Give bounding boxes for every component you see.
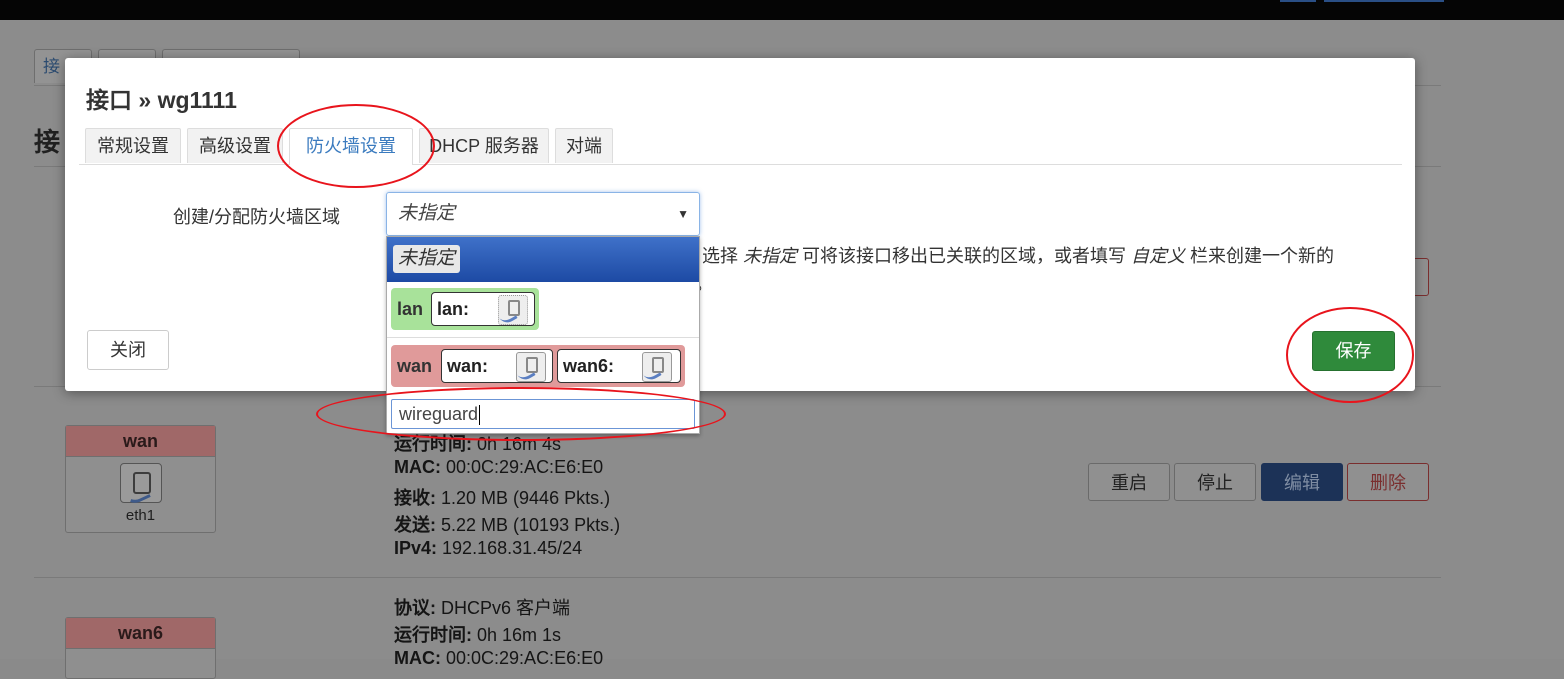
interface-card-wan: wan eth1 bbox=[65, 425, 216, 533]
select-value: 未指定 bbox=[398, 203, 456, 224]
info-value: 192.168.31.45/24 bbox=[437, 538, 583, 558]
top-navbar bbox=[0, 0, 1564, 20]
option-unspecified[interactable]: 未指定 bbox=[387, 237, 699, 282]
annotation-circle-firewall-tab bbox=[277, 104, 435, 188]
firewall-zone-label: 创建/分配防火墙区域 bbox=[173, 207, 341, 227]
navbar-button-fragment[interactable] bbox=[1324, 0, 1444, 2]
stop-button[interactable]: 停止 bbox=[1174, 463, 1256, 501]
description-text: 栏来创建一个新的 bbox=[1185, 246, 1335, 266]
network-name: lan: bbox=[437, 299, 470, 319]
interface-card-wan6: wan6 bbox=[65, 617, 216, 679]
interface-edit-modal: 接口 » wg1111 常规设置 高级设置 防火墙设置 DHCP 服务器 对端 … bbox=[65, 58, 1415, 391]
info-value: 00:0C:29:AC:E6:E0 bbox=[441, 457, 604, 477]
modal-title: 接口 » wg1111 bbox=[86, 87, 237, 113]
network-name: wan: bbox=[447, 356, 489, 376]
divider bbox=[34, 577, 1441, 578]
navbar-button-fragment[interactable] bbox=[1280, 0, 1316, 2]
info-line: 运行时间: 0h 16m 1s bbox=[394, 621, 561, 647]
ethernet-port-icon bbox=[640, 352, 672, 383]
info-value: 1.20 MB (9446 Pkts.) bbox=[436, 488, 611, 508]
zone-label: wan6 bbox=[66, 618, 215, 649]
device-name: eth1 bbox=[125, 507, 156, 524]
ethernet-port-icon bbox=[514, 352, 546, 383]
zone-badge-lan: lan lan: bbox=[391, 288, 539, 330]
zone-name: wan bbox=[397, 356, 433, 376]
ethernet-port-icon bbox=[119, 463, 162, 508]
network-chip-wan: wan: bbox=[441, 349, 553, 383]
network-chip-lan: lan: bbox=[431, 292, 535, 326]
info-value: DHCPv6 客户端 bbox=[436, 598, 571, 618]
info-label: 协议: bbox=[394, 598, 436, 618]
description-text: 选择 bbox=[702, 246, 744, 266]
network-chip-wan6: wan6: bbox=[557, 349, 681, 383]
info-line: MAC: 00:0C:29:AC:E6:E0 bbox=[394, 457, 603, 478]
zone-label: wan bbox=[66, 426, 215, 457]
info-line: 发送: 5.22 MB (10193 Pkts.) bbox=[394, 511, 620, 537]
info-label: IPv4: bbox=[394, 538, 438, 558]
device-info: eth1 bbox=[66, 457, 215, 532]
annotation-circle-custom-input bbox=[316, 387, 726, 441]
info-label: MAC: bbox=[394, 457, 441, 477]
description-text: 可将该接口移出已关联的区域，或者填写 bbox=[797, 246, 1132, 266]
edit-button[interactable]: 编辑 bbox=[1261, 463, 1343, 501]
info-line: 协议: DHCPv6 客户端 bbox=[394, 594, 570, 620]
annotation-circle-save-button bbox=[1286, 307, 1414, 403]
tab-general[interactable]: 常规设置 bbox=[85, 128, 181, 163]
network-name: wan6: bbox=[563, 356, 615, 376]
dropdown-arrow-icon: ▼ bbox=[677, 207, 689, 221]
option-zone-lan[interactable]: lan lan: bbox=[387, 282, 699, 338]
zone-name: lan bbox=[397, 299, 424, 319]
option-label: 未指定 bbox=[393, 245, 461, 273]
tab-dhcp-server[interactable]: DHCP 服务器 bbox=[419, 128, 549, 163]
info-line: IPv4: 192.168.31.45/24 bbox=[394, 538, 582, 559]
tab-advanced[interactable]: 高级设置 bbox=[187, 128, 283, 163]
info-value: 5.22 MB (10193 Pkts.) bbox=[436, 515, 621, 535]
info-value: 0h 16m 1s bbox=[472, 625, 562, 645]
delete-button[interactable]: 删除 bbox=[1347, 463, 1429, 501]
description-emphasis: 未指定 bbox=[743, 246, 798, 266]
wireless-port-icon bbox=[496, 295, 528, 326]
zone-badge-wan: wan wan: wan6: bbox=[391, 345, 685, 387]
firewall-zone-select[interactable]: 未指定 ▼ bbox=[386, 192, 700, 236]
info-line: 接收: 1.20 MB (9446 Pkts.) bbox=[394, 484, 610, 510]
info-label: 运行时间: bbox=[394, 625, 472, 645]
field-description: 选择 未指定 可将该接口移出已关联的区域，或者填写 自定义 栏来创建一个新的 bbox=[702, 242, 1334, 268]
description-emphasis: 自定义 bbox=[1131, 246, 1186, 266]
info-value: 00:0C:29:AC:E6:E0 bbox=[441, 648, 604, 668]
close-button[interactable]: 关闭 bbox=[87, 330, 169, 370]
page-title: 接 bbox=[34, 127, 61, 157]
restart-button[interactable]: 重启 bbox=[1088, 463, 1170, 501]
info-label: 接收: bbox=[394, 488, 436, 508]
info-label: MAC: bbox=[394, 648, 441, 668]
tab-peers[interactable]: 对端 bbox=[555, 128, 613, 163]
info-label: 发送: bbox=[394, 515, 436, 535]
